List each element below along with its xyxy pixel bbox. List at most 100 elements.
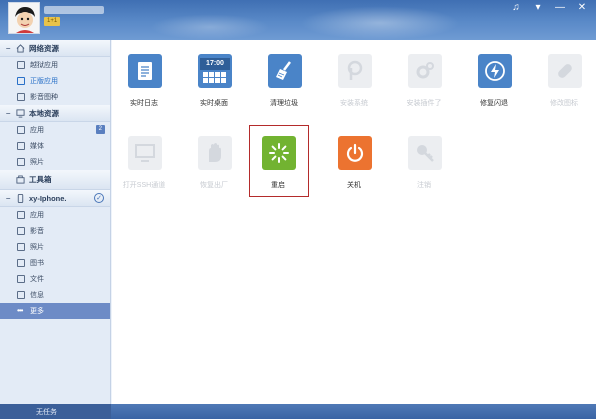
sidebar-section-title: 本地资源 <box>29 108 59 118</box>
key-icon <box>408 136 442 170</box>
phone-icon <box>17 193 24 203</box>
connected-check-icon: ✓ <box>94 193 104 203</box>
sidebar-item-label: 照片 <box>30 244 44 251</box>
task-status-text: 无任务 <box>36 409 57 416</box>
sidebar-section-network[interactable]: – 网络资源 <box>0 40 110 57</box>
desktop-clock-icon: 17:00 <box>198 54 232 88</box>
music-note-icon <box>17 93 25 101</box>
sidebar-item-official-apps[interactable]: 正版应用 <box>0 73 110 89</box>
sidebar-section-local[interactable]: – 本地资源 <box>0 105 110 122</box>
tile-factory-reset[interactable]: 恢复出厂 <box>184 124 244 189</box>
app-window: 1+1 ♫ ▾ — ✕ – 网络资源 越狱应用 正版应用 影音图种 – 本地资源… <box>0 0 596 419</box>
sidebar-item-label: 越狱应用 <box>30 62 58 69</box>
install-package-icon <box>338 54 372 88</box>
sidebar-section-title: 工具箱 <box>29 175 52 184</box>
sidebar-item-label: 影音 <box>30 228 44 235</box>
tile-label: 注销 <box>417 182 431 189</box>
tile-label: 修复闪退 <box>480 100 508 107</box>
tile-repair-icons[interactable]: 修改图标 <box>534 42 594 107</box>
tile-realtime-log[interactable]: 实时日志 <box>114 42 174 107</box>
sidebar-item-label: 照片 <box>30 159 44 166</box>
tile-label: 实时桌面 <box>200 100 228 107</box>
user-level-badge: 1+1 <box>44 17 61 26</box>
collapse-icon[interactable]: – <box>6 194 12 203</box>
tools-panel: 实时日志 17:00 实时桌面 清理垃圾 安装系统 安装插件了 修复闪退 修改图… <box>112 40 596 404</box>
music-icon[interactable]: ♫ <box>508 2 524 14</box>
power-icon <box>338 136 372 170</box>
monitor-icon <box>16 108 25 118</box>
photo-icon <box>17 158 25 166</box>
tile-shutdown[interactable]: 关机 <box>324 124 384 189</box>
tile-label: 安装插件了 <box>406 100 442 107</box>
tile-restart[interactable]: 重启 <box>249 125 309 197</box>
sidebar-item-label: 更多 <box>30 308 44 315</box>
toolbox-icon <box>16 175 25 184</box>
sidebar: – 网络资源 越狱应用 正版应用 影音图种 – 本地资源 应用 2 媒体 照片 … <box>0 40 111 404</box>
sidebar-item-media[interactable]: 影音图种 <box>0 89 110 105</box>
clock-readout: 17:00 <box>200 58 230 70</box>
sidebar-item-device-books[interactable]: 图书 <box>0 255 110 271</box>
tile-label: 实时日志 <box>130 100 158 107</box>
tile-label: 修改图标 <box>550 100 578 107</box>
sidebar-section-title: 网络资源 <box>29 43 59 53</box>
sidebar-item-local-photos[interactable]: 照片 <box>0 154 110 170</box>
sidebar-item-device-media[interactable]: 影音 <box>0 223 110 239</box>
broom-icon <box>268 54 302 88</box>
log-icon <box>128 54 162 88</box>
app-store-icon <box>17 61 25 69</box>
sidebar-item-label: 应用 <box>30 212 44 219</box>
sidebar-item-device-photos[interactable]: 照片 <box>0 239 110 255</box>
sidebar-item-label: 应用 <box>30 127 44 134</box>
sidebar-item-label: 文件 <box>30 276 44 283</box>
header-cloud <box>300 6 460 40</box>
menu-dropdown-icon[interactable]: ▾ <box>530 2 546 14</box>
sidebar-item-local-apps[interactable]: 应用 2 <box>0 122 110 138</box>
film-icon <box>17 142 25 150</box>
lightning-icon <box>478 54 512 88</box>
collapse-icon[interactable]: – <box>6 44 12 53</box>
book-icon <box>17 259 25 267</box>
sidebar-item-device-files[interactable]: 文件 <box>0 271 110 287</box>
tile-label: 恢复出厂 <box>200 182 228 189</box>
tile-label: 关机 <box>347 182 361 189</box>
avatar[interactable] <box>8 2 40 34</box>
sidebar-item-jailbreak-apps[interactable]: 越狱应用 <box>0 57 110 73</box>
photo-icon <box>17 243 25 251</box>
status-segment: 无任务 <box>0 404 111 419</box>
tile-open-ssh[interactable]: 打开SSH通道 <box>114 124 174 189</box>
minimize-button[interactable]: — <box>552 2 568 14</box>
folder-icon <box>17 275 25 283</box>
grid-icon <box>17 126 25 134</box>
tile-repair-crash[interactable]: 修复闪退 <box>464 42 524 107</box>
monitor-icon <box>128 136 162 170</box>
username <box>44 6 104 14</box>
sidebar-item-label: 正版应用 <box>30 78 58 85</box>
home-icon <box>16 43 25 53</box>
collapse-icon[interactable]: – <box>6 109 12 118</box>
film-icon <box>17 227 25 235</box>
sidebar-item-device-apps[interactable]: 应用 <box>0 207 110 223</box>
sidebar-section-toolbox[interactable]: 工具箱 <box>0 170 110 190</box>
close-button[interactable]: ✕ <box>574 2 590 14</box>
sidebar-item-label: 影音图种 <box>30 94 58 101</box>
tile-install-system[interactable]: 安装系统 <box>324 42 384 107</box>
grid-icon <box>17 211 25 219</box>
tile-realtime-desktop[interactable]: 17:00 实时桌面 <box>184 42 244 107</box>
bandage-icon <box>548 54 582 88</box>
header-cloud <box>150 14 270 40</box>
sidebar-item-label: 信息 <box>30 292 44 299</box>
sidebar-item-local-media[interactable]: 媒体 <box>0 138 110 154</box>
window-controls: ♫ ▾ — ✕ <box>508 2 590 14</box>
sidebar-section-title: xy-Iphone. <box>29 193 67 203</box>
sidebar-item-label: 图书 <box>30 260 44 267</box>
sidebar-item-device-messages[interactable]: 信息 <box>0 287 110 303</box>
tile-clean-junk[interactable]: 清理垃圾 <box>254 42 314 107</box>
status-bar: 无任务 <box>0 404 596 419</box>
sidebar-section-device[interactable]: – xy-Iphone. ✓ <box>0 190 110 207</box>
message-icon <box>17 291 25 299</box>
more-icon: ••• <box>17 306 23 315</box>
tile-install-plugin[interactable]: 安装插件了 <box>394 42 454 107</box>
tile-label: 清理垃圾 <box>270 100 298 107</box>
sidebar-item-more[interactable]: ••• 更多 <box>0 303 110 319</box>
tile-logout[interactable]: 注销 <box>394 124 454 189</box>
